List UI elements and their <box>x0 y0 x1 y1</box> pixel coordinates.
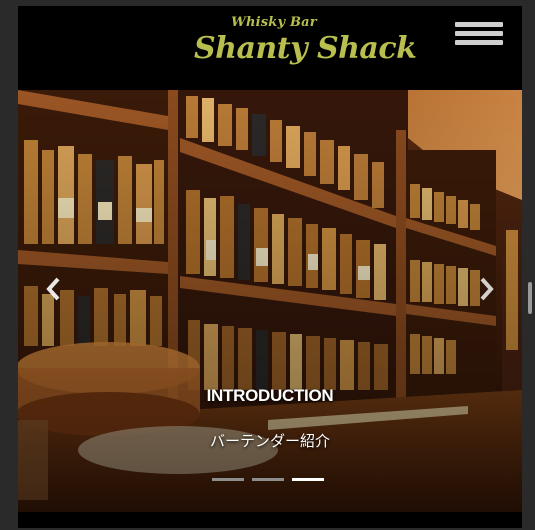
logo-title: Shanty Shack <box>194 31 417 66</box>
slider-next-button[interactable] <box>474 274 498 304</box>
hamburger-menu-icon[interactable] <box>455 22 503 52</box>
slider-indicator-2[interactable] <box>252 478 284 481</box>
site-logo[interactable]: Whisky Bar Shanty Shack <box>194 15 417 80</box>
header-bottom-bar <box>18 512 522 528</box>
slider-indicator-1[interactable] <box>212 478 244 481</box>
chevron-right-icon <box>480 277 494 301</box>
site-header: Whisky Bar Shanty Shack <box>18 6 522 90</box>
slide-caption-title: INTRODUCTION <box>206 386 334 405</box>
slider-indicator-3[interactable] <box>292 478 324 481</box>
slider-prev-button[interactable] <box>42 274 66 304</box>
hero-slider: INTRODUCTION バーテンダー紹介 <box>18 90 522 512</box>
chevron-left-icon <box>46 277 60 301</box>
logo-subtitle: Whisky Bar <box>231 15 317 30</box>
slide-caption-link[interactable]: バーテンダー紹介 <box>18 430 522 451</box>
slider-indicators <box>212 478 332 484</box>
scrollbar-thumb[interactable] <box>528 282 532 314</box>
page-frame: Whisky Bar Shanty Shack INTRODUCTION バーテ… <box>18 6 522 528</box>
